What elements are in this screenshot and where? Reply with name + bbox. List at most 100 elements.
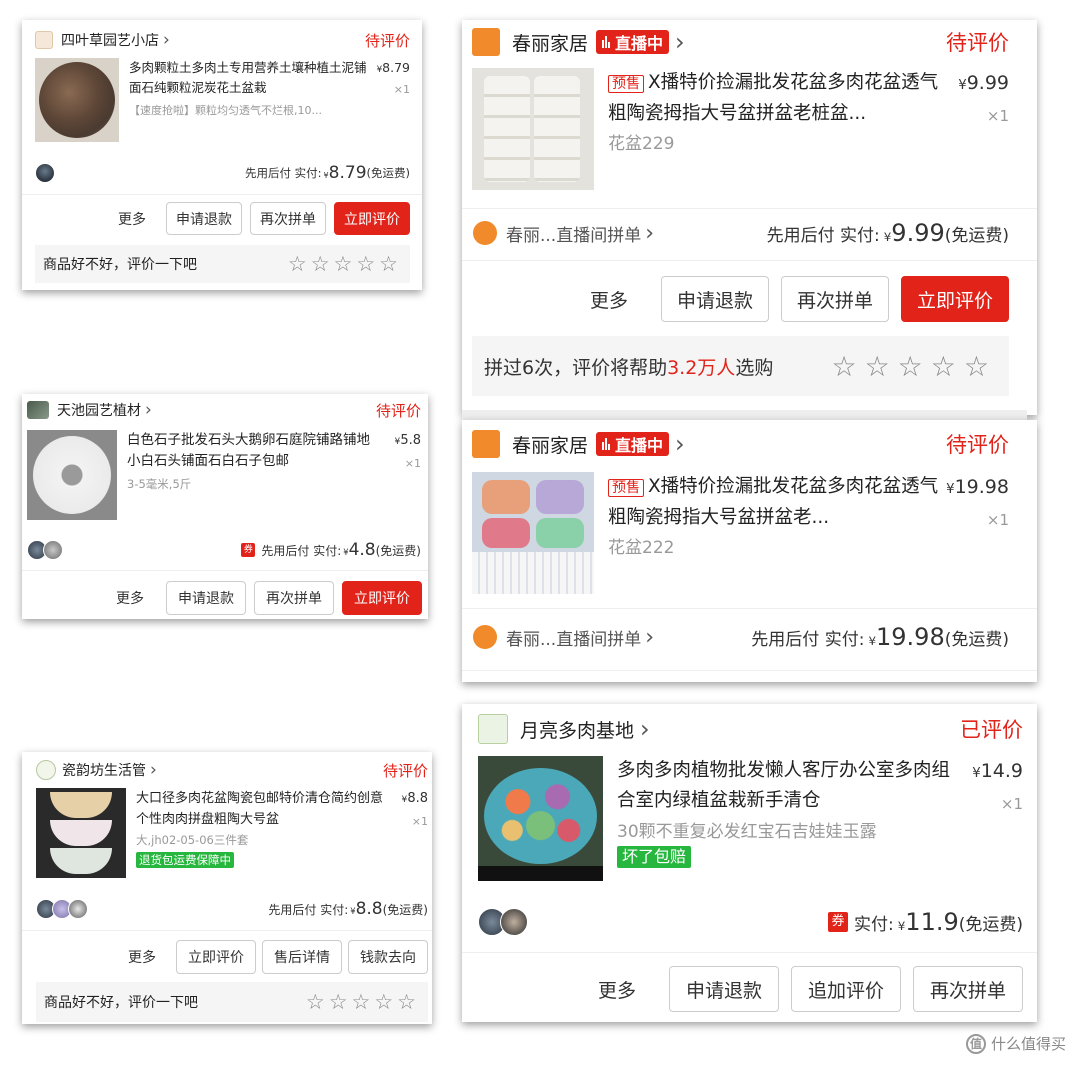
product-row[interactable]: 预售 X播特价捡漏批发花盆多肉花盆透气粗陶瓷拇指大号盆拼盆老桩盆... 花盆229… xyxy=(472,68,1009,193)
review-prompt: 商品好不好，评价一下吧 xyxy=(44,995,198,1011)
rebuy-button[interactable]: 再次拼单 xyxy=(913,966,1023,1012)
more-button[interactable]: 更多 xyxy=(577,966,657,1012)
chevron-right-icon: › xyxy=(640,715,650,743)
star-icon[interactable]: ☆ xyxy=(831,350,864,383)
shipping-note: (免运费) xyxy=(944,629,1009,650)
pay-label: 先用后付 实付: xyxy=(766,225,880,246)
quantity: ×1 xyxy=(986,107,1009,125)
after-sale-button[interactable]: 售后详情 xyxy=(262,940,342,974)
review-bar[interactable]: 拼过6次，评价将帮助3.2万人选购 ☆ ☆ ☆ ☆ ☆ xyxy=(472,336,1009,396)
star-icon[interactable]: ☆ xyxy=(898,350,931,383)
order-status: 待评价 xyxy=(946,31,1009,55)
pay-label: 先用后付 实付: xyxy=(245,166,322,180)
shop-header[interactable]: 瓷韵坊生活管 › 待评价 xyxy=(36,760,428,780)
review-now-button[interactable]: 立即评价 xyxy=(176,940,256,974)
refund-button[interactable]: 申请退款 xyxy=(669,966,779,1012)
product-row[interactable]: 大口径多肉花盆陶瓷包邮特价清仓简约创意个性肉肉拼盘粗陶大号盆 大,jh02-05… xyxy=(36,788,428,880)
rating-stars[interactable]: ☆ ☆ ☆ ☆ ☆ xyxy=(831,350,997,383)
pay-amount: ¥8.79 xyxy=(323,163,367,183)
star-icon[interactable]: ☆ xyxy=(397,990,420,1014)
shop-header[interactable]: 四叶草园艺小店 › 待评价 xyxy=(35,30,410,50)
shop-name: 四叶草园艺小店 xyxy=(61,33,159,49)
unit-price: 14.9 xyxy=(980,760,1023,782)
star-icon[interactable]: ☆ xyxy=(334,252,357,276)
product-sku: 花盆229 xyxy=(608,134,675,154)
chevron-right-icon: › xyxy=(675,28,685,56)
rebuy-button[interactable]: 再次拼单 xyxy=(250,202,326,235)
product-row[interactable]: 白色石子批发石头大鹅卵石庭院铺路铺地小白石头铺面石白石子包邮 3-5毫米,5斤 … xyxy=(27,430,421,520)
refund-button[interactable]: 申请退款 xyxy=(166,581,246,615)
shop-name: 春丽家居 xyxy=(512,434,589,457)
more-button[interactable]: 更多 xyxy=(102,581,158,615)
product-thumbnail xyxy=(472,472,594,594)
star-icon[interactable]: ☆ xyxy=(379,252,402,276)
unit-price: 5.8 xyxy=(400,433,421,448)
add-review-button[interactable]: 追加评价 xyxy=(791,966,901,1012)
payment-row: 券 先用后付 实付: ¥4.8 (免运费) xyxy=(27,539,421,561)
live-badge: 直播中 xyxy=(596,432,670,456)
refund-button[interactable]: 申请退款 xyxy=(166,202,242,235)
product-info: 多肉颗粒土多肉土专用营养土壤种植土泥铺面石纯颗粒泥炭花土盆栽 【速度抢啦】颗粒均… xyxy=(129,58,370,144)
product-row[interactable]: 多肉多肉植物批发懒人客厅办公室多肉组合室内绿植盆栽新手清仓 30颗不重复必发红宝… xyxy=(478,756,1023,884)
shop-header[interactable]: 月亮多肉基地 › 已评价 xyxy=(478,712,1023,746)
product-title: 预售 X播特价捡漏批发花盆多肉花盆透气粗陶瓷拇指大号盆拼盆老... xyxy=(608,476,939,528)
product-info: 多肉多肉植物批发懒人客厅办公室多肉组合室内绿植盆栽新手清仓 30颗不重复必发红宝… xyxy=(617,756,967,884)
product-info: 预售 X播特价捡漏批发花盆多肉花盆透气粗陶瓷拇指大号盆拼盆老桩盆... 花盆229 xyxy=(608,68,949,193)
star-icon[interactable]: ☆ xyxy=(352,990,375,1014)
refund-button[interactable]: 申请退款 xyxy=(661,276,769,322)
shop-name: 春丽家居 xyxy=(512,32,589,55)
payment-row: 春丽...直播间拼单 › 先用后付 实付: ¥19.98 (免运费) xyxy=(472,622,1009,652)
star-icon[interactable]: ☆ xyxy=(311,252,334,276)
review-now-button[interactable]: 立即评价 xyxy=(334,202,410,235)
order-card-3: 天池园艺植材 › 待评价 白色石子批发石头大鹅卵石庭院铺路铺地小白石头铺面石白石… xyxy=(22,394,428,619)
star-icon[interactable]: ☆ xyxy=(356,252,379,276)
list-separator xyxy=(462,410,1027,420)
review-bar[interactable]: 商品好不好，评价一下吧 ☆ ☆ ☆ ☆ ☆ xyxy=(35,245,410,283)
star-icon[interactable]: ☆ xyxy=(931,350,964,383)
order-card-1: 四叶草园艺小店 › 待评价 多肉颗粒土多肉土专用营养土壤种植土泥铺面石纯颗粒泥炭… xyxy=(22,20,422,290)
pay-label: 先用后付 实付: xyxy=(261,543,342,558)
star-icon[interactable]: ☆ xyxy=(288,252,311,276)
shop-logo xyxy=(35,31,53,49)
product-thumbnail xyxy=(478,756,603,881)
more-button[interactable]: 更多 xyxy=(114,940,170,974)
more-button[interactable]: 更多 xyxy=(106,202,158,235)
review-bar[interactable]: 商品好不好，评价一下吧 ☆ ☆ ☆ ☆ ☆ xyxy=(36,982,428,1022)
rating-stars[interactable]: ☆ ☆ ☆ ☆ ☆ xyxy=(306,990,420,1014)
star-icon[interactable]: ☆ xyxy=(306,990,329,1014)
star-icon[interactable]: ☆ xyxy=(964,350,997,383)
pay-label: 实付: xyxy=(853,914,894,935)
rebuy-button[interactable]: 再次拼单 xyxy=(781,276,889,322)
product-row[interactable]: 多肉颗粒土多肉土专用营养土壤种植土泥铺面石纯颗粒泥炭花土盆栽 【速度抢啦】颗粒均… xyxy=(35,58,410,144)
group-buy-link[interactable]: 春丽...直播间拼单 › xyxy=(472,220,654,246)
review-now-button[interactable]: 立即评价 xyxy=(901,276,1009,322)
rating-stars[interactable]: ☆ ☆ ☆ ☆ ☆ xyxy=(288,252,402,276)
star-icon[interactable]: ☆ xyxy=(374,990,397,1014)
shop-header[interactable]: 春丽家居 直播中 › 待评价 xyxy=(472,28,1009,56)
product-row[interactable]: 预售 X播特价捡漏批发花盆多肉花盆透气粗陶瓷拇指大号盆拼盆老... 花盆222 ¥… xyxy=(472,472,1009,597)
product-thumbnail xyxy=(35,58,119,142)
pay-amount: ¥11.9 xyxy=(897,908,959,936)
presale-tag: 预售 xyxy=(608,75,644,93)
more-button[interactable]: 更多 xyxy=(569,276,649,322)
product-sku: 30颗不重复必发红宝石吉娃娃玉露 xyxy=(617,822,877,842)
product-title: 多肉颗粒土多肉土专用营养土壤种植土泥铺面石纯颗粒泥炭花土盆栽 xyxy=(129,60,367,95)
group-buy-link[interactable]: 春丽...直播间拼单 › xyxy=(472,624,654,650)
product-sku: 大,jh02-05-06三件套 xyxy=(136,833,249,847)
review-now-button[interactable]: 立即评价 xyxy=(342,581,422,615)
money-flow-button[interactable]: 钱款去向 xyxy=(348,940,428,974)
shop-header[interactable]: 天池园艺植材 › 待评价 xyxy=(27,400,421,420)
star-icon[interactable]: ☆ xyxy=(329,990,352,1014)
product-title: 预售 X播特价捡漏批发花盆多肉花盆透气粗陶瓷拇指大号盆拼盆老桩盆... xyxy=(608,72,939,124)
shop-header[interactable]: 春丽家居 直播中 › 待评价 xyxy=(472,430,1009,458)
product-title: 白色石子批发石头大鹅卵石庭院铺路铺地小白石头铺面石白石子包邮 xyxy=(127,432,370,469)
shipping-note: (免运费) xyxy=(944,225,1009,246)
avatar xyxy=(43,540,63,560)
payment-row: 券 实付: ¥11.9 (免运费) xyxy=(478,906,1023,938)
chevron-right-icon: › xyxy=(645,220,655,246)
unit-price: 8.8 xyxy=(407,791,428,806)
star-icon[interactable]: ☆ xyxy=(865,350,898,383)
rebuy-button[interactable]: 再次拼单 xyxy=(254,581,334,615)
quantity: ×1 xyxy=(411,815,428,828)
order-status: 待评价 xyxy=(946,433,1009,457)
